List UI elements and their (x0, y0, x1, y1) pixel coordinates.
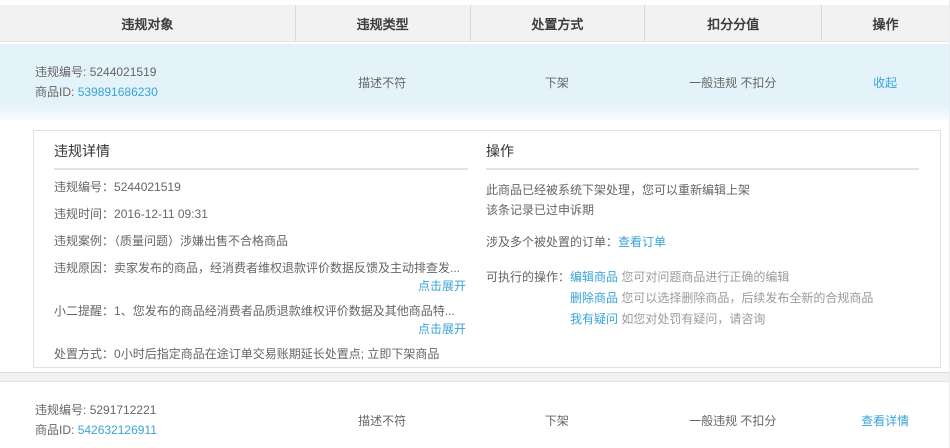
violation-object-cell: 违规编号: 5291712221 商品ID: 542632126911 (0, 382, 295, 448)
question-desc: 如您对处罚有疑问，请咨询 (621, 312, 766, 326)
operation-cell: 查看详情 (821, 382, 949, 448)
status-line-2: 该条记录已过申诉期 (486, 203, 595, 217)
edit-product-item: 编辑商品 您可对问题商品进行正确的编辑 (570, 267, 919, 288)
violation-number-line: 违规编号: 5291712221 (35, 400, 156, 420)
actions-panel-title: 操作 (486, 143, 919, 170)
field-label: 违规原因： (54, 261, 115, 275)
violation-reason-field: 违规原因：卖家发布的商品，经消费者维权退款评价数据反馈及主动排查发... (54, 259, 468, 278)
product-id-label: 商品ID: (35, 423, 75, 437)
violation-number-label: 违规编号: (35, 403, 87, 417)
field-label: 违规编号： (54, 180, 115, 194)
violation-number-label: 违规编号: (35, 65, 87, 79)
column-header-disposal-method: 处置方式 (469, 5, 645, 41)
violation-row-collapsed: 违规编号: 5291712221 商品ID: 542632126911 描述不符… (0, 382, 949, 448)
violation-type-cell: 描述不符 (358, 413, 407, 428)
question-link[interactable]: 我有疑问 (570, 312, 618, 326)
field-value: 1、您发布的商品经消费者品质退款维权评价数据及其他商品特... (114, 304, 455, 318)
violation-row-expanded: 违规编号: 5244021519 商品ID: 539891686230 描述不符… (0, 44, 949, 120)
actions-panel: 操作 此商品已经被系统下架处理，您可以重新编辑上架 该条记录已过申诉期 涉及多个… (486, 131, 940, 367)
product-id-link[interactable]: 542632126911 (78, 423, 157, 437)
field-value: （质量问题）涉嫌出售不合格商品 (114, 234, 289, 248)
field-value: 2016-12-11 09:31 (114, 207, 208, 221)
reason-expand-link[interactable]: 点击展开 (418, 279, 466, 293)
violation-number-line: 违规编号: 5244021519 (35, 62, 156, 82)
violation-detail-panel: 违规详情 违规编号：5244021519 违规时间：2016-12-11 09:… (34, 131, 486, 367)
disposal-cell: 下架 (544, 413, 569, 428)
field-label: 处置方式： (54, 347, 115, 361)
edit-product-desc: 您可对问题商品进行正确的编辑 (621, 270, 790, 284)
status-line-1: 此商品已经被系统下架处理，您可以重新编辑上架 (486, 183, 751, 197)
product-id-line: 商品ID: 539891686230 (35, 82, 158, 102)
orders-label: 涉及多个被处置的订单： (486, 235, 619, 249)
field-label: 小二提醒： (54, 304, 115, 318)
reason-expand-line: 点击展开 (54, 279, 468, 294)
violation-number-field: 违规编号：5244021519 (54, 178, 468, 197)
violation-number-value: 5291712221 (89, 403, 157, 417)
disposal-cell: 下架 (544, 75, 569, 90)
field-value: 5244021519 (114, 180, 181, 194)
field-value: 0小时后指定商品在途订单交易账期延长处置点; 立即下架商品 (114, 347, 440, 361)
column-header-operation: 操作 (821, 5, 949, 41)
field-label: 违规时间： (54, 207, 115, 221)
score-cell: 一般违规 不扣分 (689, 75, 777, 90)
field-label: 违规案例： (54, 234, 115, 248)
collapse-link[interactable]: 收起 (873, 74, 897, 91)
question-item: 我有疑问 如您对处罚有疑问，请咨询 (570, 309, 919, 330)
violation-type-cell: 描述不符 (358, 75, 407, 90)
column-header-violation-type: 违规类型 (294, 5, 470, 41)
view-details-link[interactable]: 查看详情 (861, 412, 909, 429)
delete-product-desc: 您可以选择删除商品，后续发布全新的合规商品 (621, 291, 874, 305)
executable-actions-label: 可执行的操作： (486, 270, 571, 284)
violation-management-screen: 违规对象 违规类型 处置方式 扣分分值 操作 违规编号: 5244021519 … (0, 0, 950, 448)
view-orders-link[interactable]: 查看订单 (618, 235, 666, 249)
operation-cell: 收起 (821, 44, 949, 120)
product-id-link[interactable]: 539891686230 (78, 85, 158, 99)
violation-object-cell: 违规编号: 5244021519 商品ID: 539891686230 (0, 44, 295, 120)
detail-box: 违规详情 违规编号：5244021519 违规时间：2016-12-11 09:… (33, 130, 941, 368)
reminder-expand-link[interactable]: 点击展开 (418, 322, 466, 336)
score-cell: 一般违规 不扣分 (689, 413, 777, 428)
violation-number-value: 5244021519 (89, 65, 157, 79)
row-separator-band (0, 372, 949, 382)
delete-product-link[interactable]: 删除商品 (570, 291, 618, 305)
executable-actions-list: 编辑商品 您可对问题商品进行正确的编辑 删除商品 您可以选择删除商品，后续发布全… (570, 267, 919, 330)
expanded-detail-area: 违规详情 违规编号：5244021519 违规时间：2016-12-11 09:… (0, 120, 949, 372)
violation-case-field: 违规案例：（质量问题）涉嫌出售不合格商品 (54, 232, 468, 251)
product-id-line: 商品ID: 542632126911 (35, 420, 157, 440)
edit-product-link[interactable]: 编辑商品 (570, 270, 618, 284)
column-header-violation-object: 违规对象 (121, 16, 174, 32)
orders-line: 涉及多个被处置的订单：查看订单 (486, 233, 919, 252)
violation-time-field: 违规时间：2016-12-11 09:31 (54, 205, 468, 224)
delete-product-item: 删除商品 您可以选择删除商品，后续发布全新的合规商品 (570, 288, 919, 309)
reminder-expand-line: 点击展开 (54, 322, 468, 337)
disposal-method-field: 处置方式：0小时后指定商品在途订单交易账期延长处置点; 立即下架商品 (54, 345, 468, 364)
column-header-score-deduction: 扣分分值 (644, 5, 821, 41)
violation-detail-title: 违规详情 (54, 143, 468, 170)
executable-actions-block: 可执行的操作： 编辑商品 您可对问题商品进行正确的编辑 删除商品 您可以选择删除… (486, 267, 919, 330)
table-header: 违规对象 违规类型 处置方式 扣分分值 操作 (0, 5, 949, 42)
field-value: 卖家发布的商品，经消费者维权退款评价数据反馈及主动排查发... (114, 261, 461, 275)
product-id-label: 商品ID: (35, 85, 75, 99)
staff-reminder-field: 小二提醒：1、您发布的商品经消费者品质退款维权评价数据及其他商品特... (54, 302, 468, 321)
